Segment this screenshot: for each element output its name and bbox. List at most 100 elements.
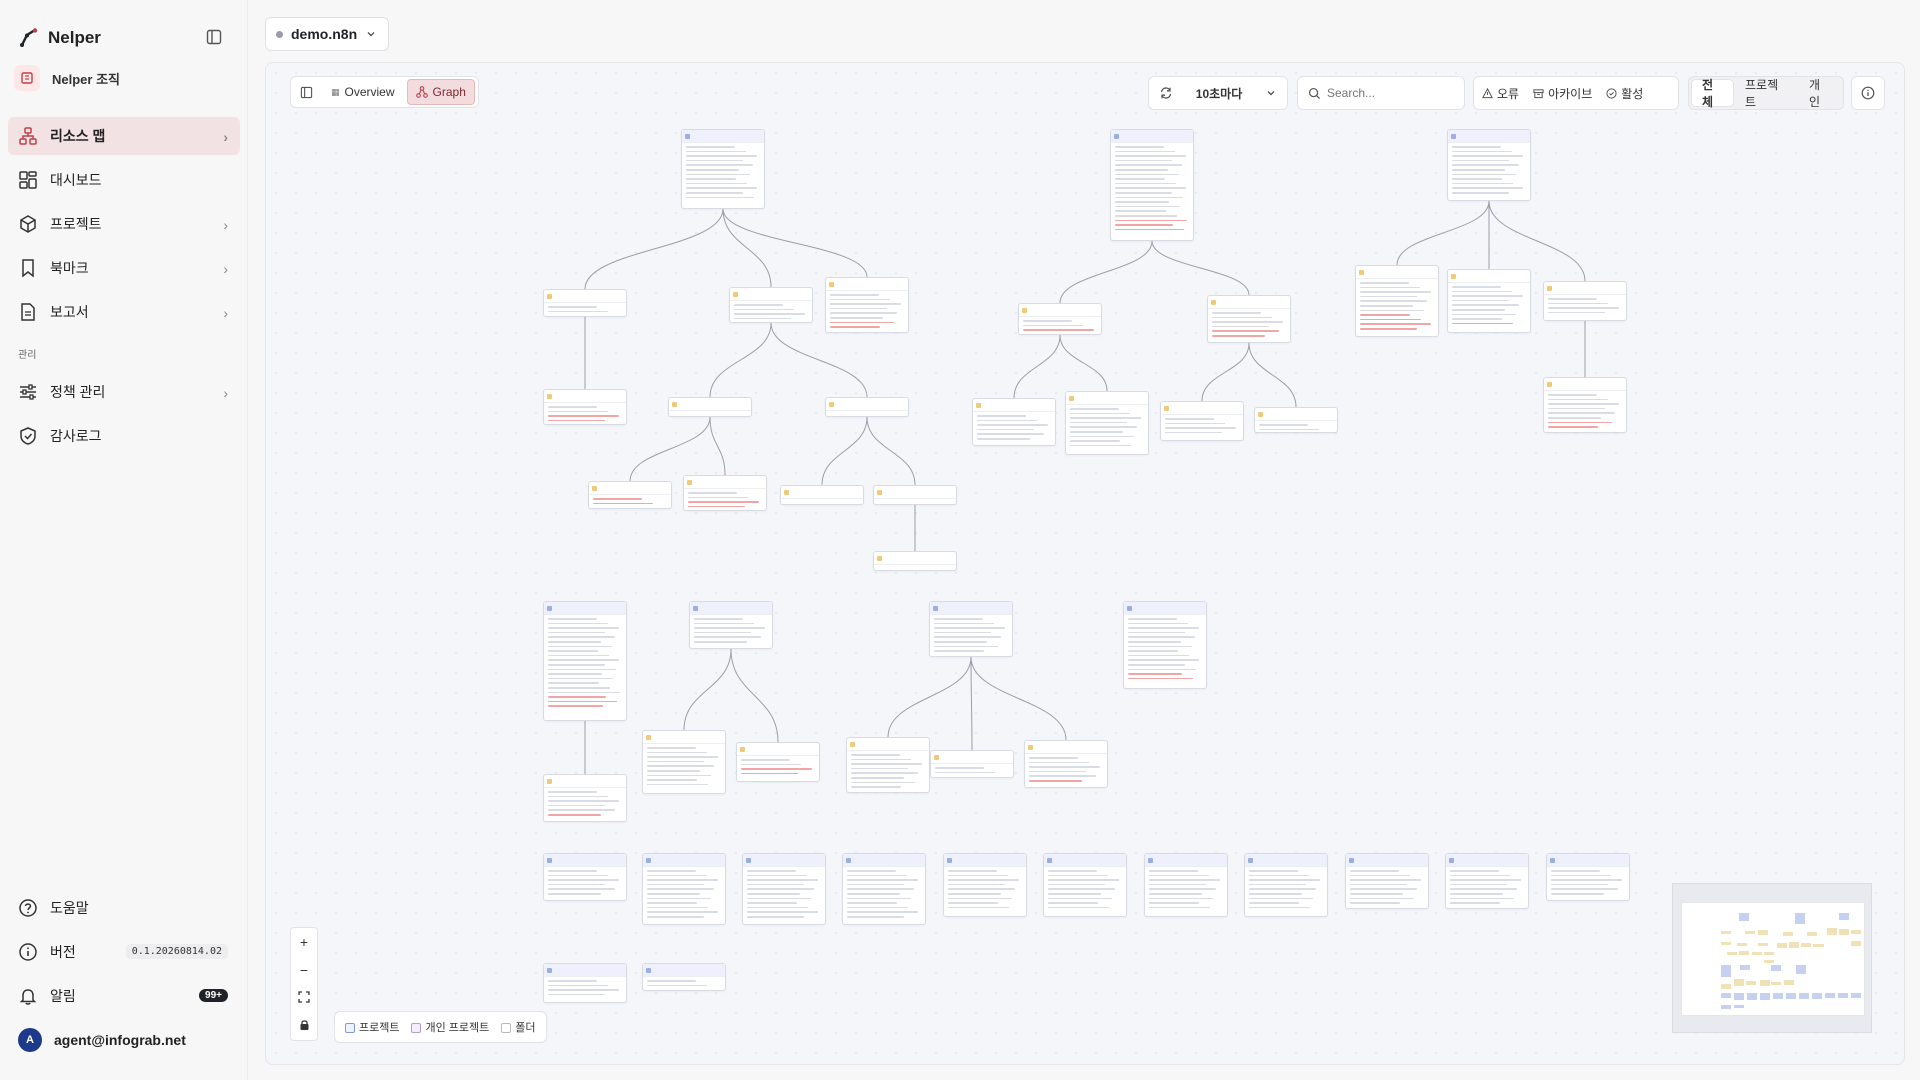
- graph-node-row: [1128, 640, 1182, 643]
- graph-node[interactable]: [1447, 269, 1531, 333]
- graph-root-node[interactable]: [543, 963, 627, 1003]
- graph-node-row: [1450, 897, 1514, 900]
- sidebar-item-label: 보고서: [50, 304, 89, 320]
- graph-root-node[interactable]: [943, 853, 1027, 917]
- graph-node[interactable]: [825, 277, 909, 333]
- graph-root-node[interactable]: [1043, 853, 1127, 917]
- graph-root-node[interactable]: [642, 853, 726, 925]
- graph-node-header: [1346, 854, 1428, 867]
- resource-graph-canvas[interactable]: ▦ Overview Graph 10초마다 오류 아카이브 활성 전체: [265, 62, 1905, 1065]
- graph-node[interactable]: [780, 485, 864, 505]
- graph-node-row: [1048, 879, 1119, 881]
- graph-root-node[interactable]: [1123, 601, 1207, 689]
- graph-edge: [1151, 240, 1250, 296]
- graph-node[interactable]: [972, 398, 1056, 446]
- graph-node[interactable]: [543, 389, 627, 425]
- graph-node-row: [1212, 325, 1269, 328]
- sidebar-item-bookmarks[interactable]: 북마크 ›: [8, 249, 240, 287]
- graph-node[interactable]: [1018, 303, 1102, 335]
- graph-root-node[interactable]: [1447, 129, 1531, 201]
- graph-node[interactable]: [588, 481, 672, 509]
- sidebar-item-audit-log[interactable]: 감사로그: [8, 417, 240, 455]
- graph-node-row: [1115, 210, 1166, 212]
- minimap-node: [1801, 943, 1812, 948]
- sidebar-item-projects[interactable]: 프로젝트 ›: [8, 205, 240, 243]
- graph-node-row: [734, 304, 784, 306]
- brand[interactable]: Nelper: [18, 24, 101, 52]
- graph-root-node[interactable]: [689, 601, 773, 649]
- graph-node[interactable]: [642, 730, 726, 794]
- graph-node-row: [1452, 168, 1506, 171]
- graph-root-node[interactable]: [1244, 853, 1328, 917]
- sidebar-item-label: 감사로그: [50, 428, 102, 444]
- user-menu[interactable]: A agent@infograb.net: [8, 1021, 240, 1059]
- graph-node-header: [826, 278, 908, 291]
- workspace-select[interactable]: demo.n8n: [265, 17, 389, 51]
- graph-node[interactable]: [1207, 295, 1291, 343]
- graph-node-row: [1115, 191, 1173, 194]
- graph-root-node[interactable]: [1445, 853, 1529, 909]
- node-type-icon: [547, 778, 552, 784]
- graph-node[interactable]: [543, 289, 627, 317]
- sidebar-item-notifications[interactable]: 알림 99+: [8, 977, 240, 1015]
- graph-node[interactable]: [668, 397, 752, 417]
- legend-folder[interactable]: 폴더: [501, 1019, 536, 1035]
- zoom-out-button[interactable]: −: [300, 962, 308, 978]
- graph-node[interactable]: [930, 750, 1014, 778]
- graph-node[interactable]: [846, 737, 930, 793]
- sidebar-item-resource-map[interactable]: 리소스 맵 ›: [8, 117, 240, 155]
- sidebar-item-policy[interactable]: 정책 관리 ›: [8, 373, 240, 411]
- graph-node-row: [548, 691, 621, 694]
- graph-node-row: [1452, 304, 1520, 306]
- graph-root-node[interactable]: [842, 853, 926, 925]
- graph-root-node[interactable]: [642, 963, 726, 991]
- graph-node[interactable]: [543, 774, 627, 822]
- graph-node[interactable]: [1024, 740, 1108, 788]
- graph-node-row: [1548, 307, 1619, 309]
- graph-root-node[interactable]: [1110, 129, 1194, 241]
- legend-personal-project[interactable]: 개인 프로젝트: [411, 1019, 489, 1035]
- graph-node[interactable]: [825, 397, 909, 417]
- legend-project[interactable]: 프로젝트: [345, 1019, 399, 1035]
- sidebar-collapse-button[interactable]: [202, 25, 226, 49]
- graph-node-row: [851, 754, 901, 756]
- graph-node[interactable]: [873, 551, 957, 571]
- graph-root-node[interactable]: [1546, 853, 1630, 901]
- graph-node-row: [1029, 779, 1083, 782]
- graph-root-node[interactable]: [543, 853, 627, 901]
- graph-node-row: [1350, 888, 1418, 890]
- graph-node[interactable]: [1355, 265, 1439, 337]
- sliders-icon: [20, 384, 36, 400]
- minimap-node: [1851, 940, 1862, 947]
- graph-node-row: [977, 419, 1037, 422]
- zoom-in-button[interactable]: +: [300, 934, 308, 950]
- graph-node[interactable]: [1543, 377, 1627, 433]
- graph-node[interactable]: [729, 287, 813, 323]
- graph-root-node[interactable]: [742, 853, 826, 925]
- fit-view-button[interactable]: [298, 990, 310, 1006]
- minimap[interactable]: [1672, 883, 1872, 1033]
- graph-node[interactable]: [1160, 401, 1244, 441]
- graph-node[interactable]: [736, 742, 820, 782]
- graph-node[interactable]: [683, 475, 767, 511]
- graph-node[interactable]: [1254, 407, 1338, 433]
- graph-root-node[interactable]: [543, 601, 627, 721]
- graph-node-row: [1548, 412, 1616, 414]
- graph-node-row: [1128, 622, 1188, 625]
- graph-node-row: [548, 631, 605, 634]
- graph-node[interactable]: [873, 485, 957, 505]
- graph-root-node[interactable]: [1144, 853, 1228, 917]
- graph-node[interactable]: [1543, 281, 1627, 321]
- sidebar-item-reports[interactable]: 보고서 ›: [8, 293, 240, 331]
- graph-node-row: [548, 993, 605, 996]
- graph-node[interactable]: [1065, 391, 1149, 455]
- graph-root-node[interactable]: [929, 601, 1013, 657]
- zoom-controls: + −: [290, 927, 318, 1041]
- sidebar-item-dashboard[interactable]: 대시보드: [8, 161, 240, 199]
- graph-edge: [709, 322, 772, 398]
- graph-root-node[interactable]: [1345, 853, 1429, 909]
- sidebar-item-help[interactable]: 도움말: [8, 889, 240, 927]
- org-switcher[interactable]: Nelper 조직: [14, 63, 120, 93]
- graph-root-node[interactable]: [681, 129, 765, 209]
- lock-button[interactable]: [299, 1018, 310, 1034]
